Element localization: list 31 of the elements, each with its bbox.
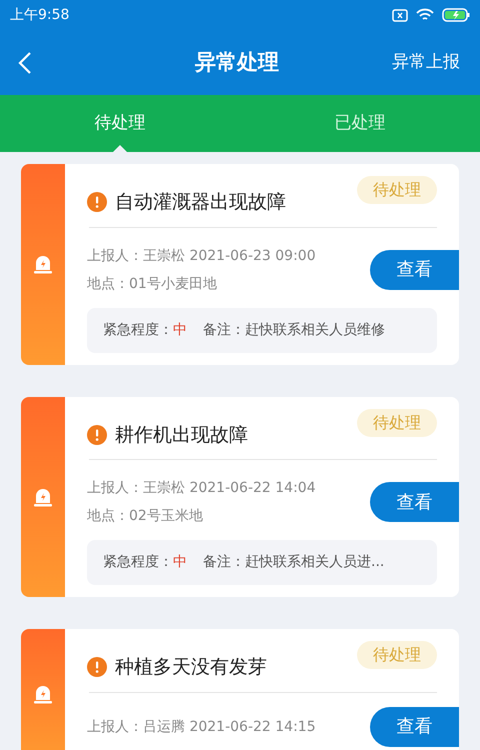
urgency-text: 紧急程度：中: [103, 320, 187, 340]
warning-icon: [87, 657, 107, 678]
warning-icon: [87, 424, 107, 445]
reporter-text: 上报人：王崇松 2021-06-23 09:00: [87, 246, 316, 266]
status-tag: 待处理: [357, 408, 437, 436]
page-title: 异常处理: [195, 48, 279, 76]
reporter-text: 上报人：王崇松 2021-06-22 14:04: [87, 479, 316, 498]
tab[interactable]: 待处理: [0, 95, 240, 152]
card-title: 耕作机出现故障: [115, 422, 248, 448]
report-button[interactable]: 异常上报: [392, 50, 460, 76]
wifi-icon: [416, 8, 434, 22]
urgency-text: 紧急程度：中: [103, 553, 187, 572]
remark-text: 备注：赶快联系相关人员维修: [203, 320, 385, 340]
card-title: 自动灌溉器出现故障: [115, 190, 286, 215]
reporter-text: 上报人：吕运腾 2021-06-22 14:15: [87, 718, 316, 736]
view-button[interactable]: 查看: [370, 250, 459, 290]
location-text: 地点：02号玉米地: [87, 507, 204, 526]
location-text: 地点：01号小麦田地: [87, 274, 218, 294]
warning-icon: [87, 192, 107, 212]
alarm-light-icon: [32, 253, 54, 276]
card-title: 种植多天没有发芽: [115, 655, 267, 680]
view-button[interactable]: 查看: [370, 706, 459, 746]
sim-icon: [392, 8, 408, 22]
back-button[interactable]: [18, 50, 32, 75]
status-tag: 待处理: [357, 641, 437, 669]
tab[interactable]: 已处理: [240, 95, 480, 152]
view-button[interactable]: 查看: [370, 482, 459, 522]
remark-text: 备注：赶快联系相关人员进...: [203, 553, 384, 572]
status-time: 上午9:58: [10, 6, 70, 24]
battery-icon: [442, 8, 470, 22]
status-tag: 待处理: [357, 176, 437, 204]
